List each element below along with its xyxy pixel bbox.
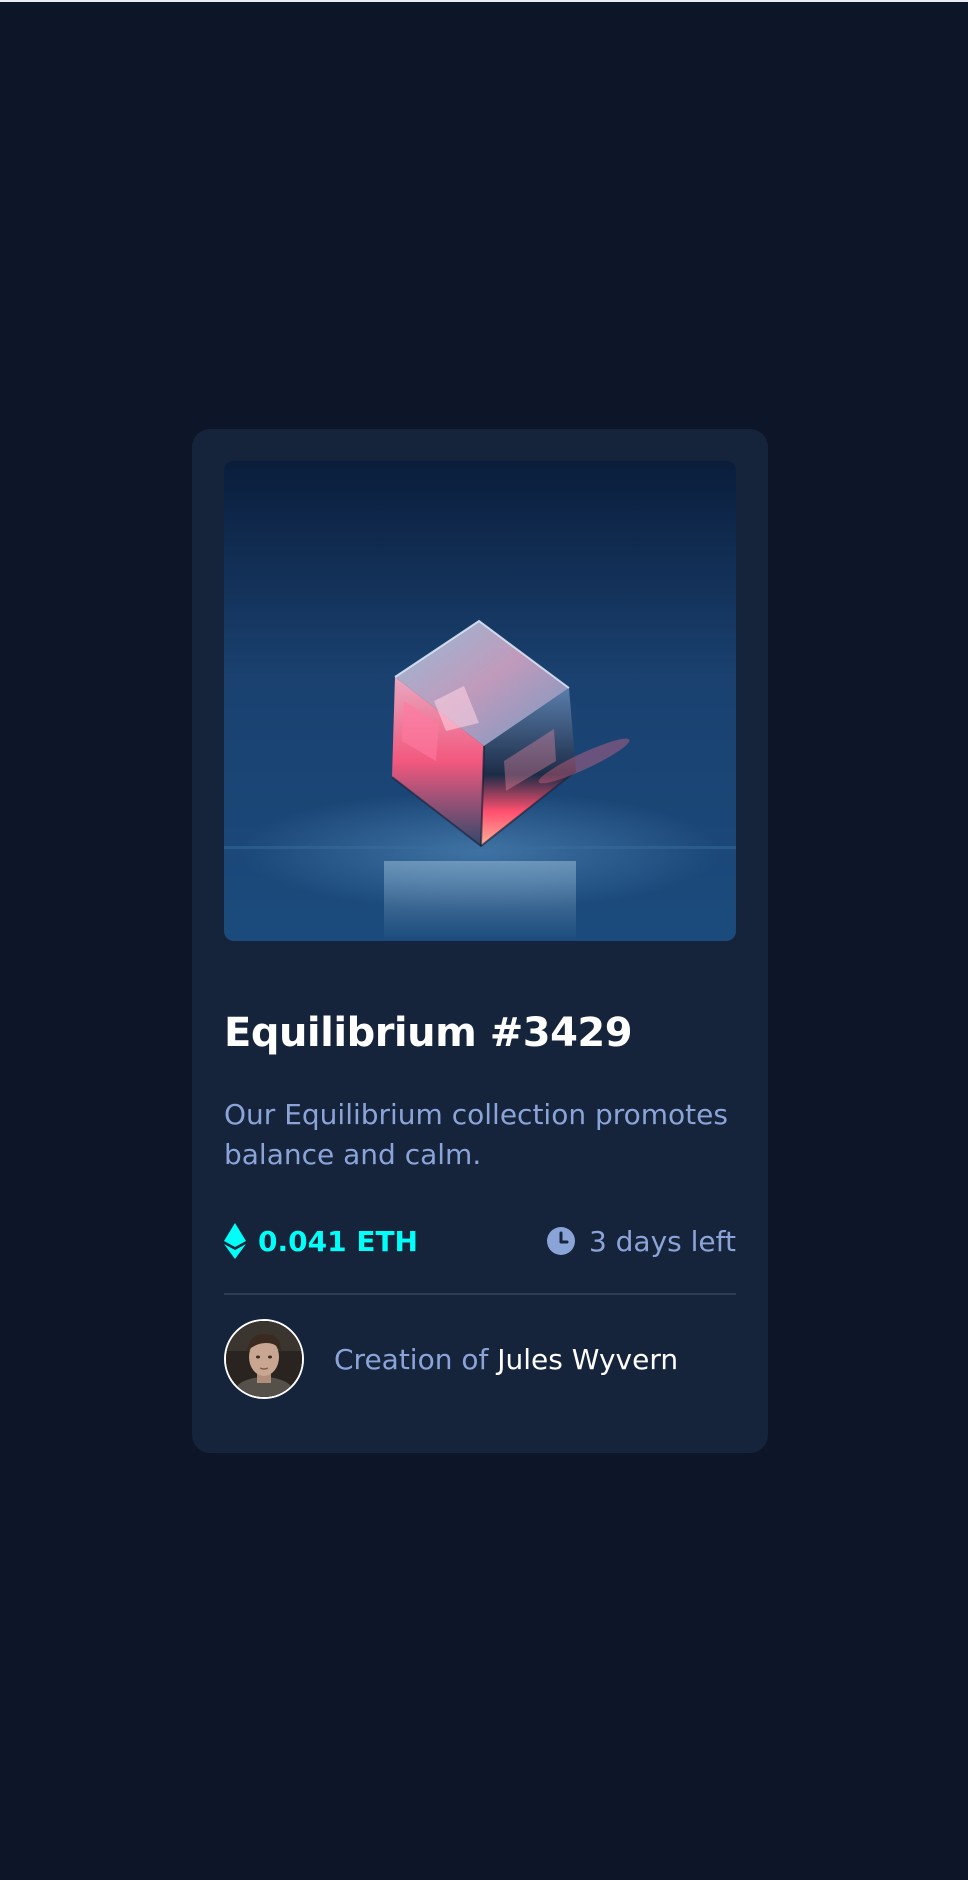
- clock-icon: [546, 1227, 575, 1255]
- time-left-value: 3 days left: [588, 1224, 736, 1258]
- nft-image[interactable]: [224, 461, 736, 941]
- time-left: 3 days left: [546, 1224, 736, 1258]
- creator-prefix: Creation of: [334, 1342, 489, 1376]
- nft-card: Equilibrium #3429 Our Equilibrium collec…: [192, 429, 768, 1453]
- ethereum-icon: [224, 1223, 246, 1259]
- divider: [224, 1293, 736, 1295]
- stats-row: 0.041 ETH 3 days left: [224, 1221, 736, 1261]
- avatar: [224, 1319, 304, 1399]
- creator-row: Creation of Jules Wyvern: [224, 1319, 736, 1399]
- creator-name-link[interactable]: Jules Wyvern: [497, 1343, 678, 1376]
- price-value: 0.041 ETH: [258, 1224, 418, 1258]
- price: 0.041 ETH: [224, 1223, 418, 1259]
- nft-title[interactable]: Equilibrium #3429: [224, 1009, 736, 1057]
- nft-description: Our Equilibrium collection promotes bala…: [224, 1098, 728, 1171]
- creator-credit: Creation of Jules Wyvern: [334, 1343, 678, 1376]
- top-strip: [0, 0, 968, 2]
